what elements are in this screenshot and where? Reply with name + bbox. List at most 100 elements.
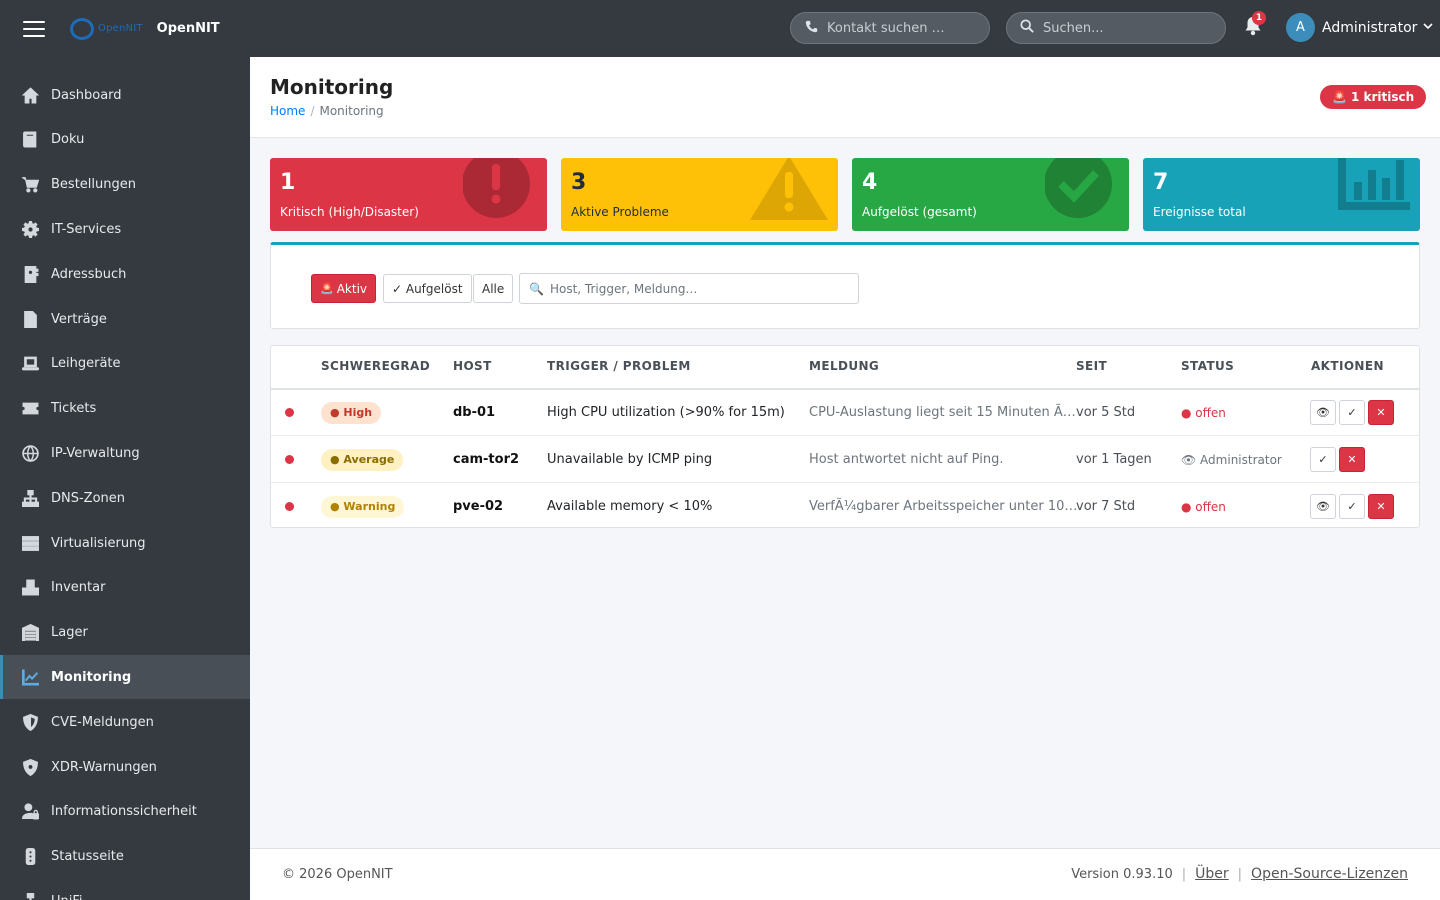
- status-dot: [285, 455, 294, 464]
- table-row[interactable]: ● Average cam-tor2 Unavailable by ICMP p…: [271, 436, 1419, 483]
- filter-active-label: Aktiv: [336, 281, 368, 296]
- stat-critical-value: 1: [280, 170, 296, 195]
- stat-box-critical[interactable]: 1 Kritisch (High/Disaster): [270, 158, 547, 231]
- view-button[interactable]: 👁: [1310, 494, 1336, 519]
- sidebar-item-cve-meldungen[interactable]: CVE-Meldungen: [0, 700, 250, 744]
- column-header-host[interactable]: HOST: [453, 359, 492, 373]
- sidebar-item-label: Leihgeräte: [51, 356, 121, 372]
- status-dot: [285, 408, 294, 417]
- sidebar-item-label: Doku: [51, 132, 85, 148]
- sidebar-item-adressbuch[interactable]: Adressbuch: [0, 252, 250, 296]
- contact-search-input[interactable]: Kontakt suchen …: [790, 12, 990, 44]
- exclamation-circle-icon: [462, 158, 537, 224]
- sidebar-item-dns-zonen[interactable]: DNS-Zonen: [0, 476, 250, 520]
- sidebar-item-monitoring[interactable]: Monitoring: [0, 655, 250, 700]
- stat-active-label: Aktive Probleme: [571, 205, 669, 219]
- chevron-down-icon: [1423, 22, 1434, 33]
- sidebar-item-bestellungen[interactable]: Bestellungen: [0, 163, 250, 207]
- footer-about-link[interactable]: Über: [1195, 866, 1229, 882]
- acknowledge-button[interactable]: ✓: [1310, 447, 1336, 472]
- ticket-icon: [20, 400, 40, 417]
- sidebar-item-leihgeräte[interactable]: Leihgeräte: [0, 342, 250, 386]
- critical-count-label: 1 kritisch: [1350, 90, 1415, 104]
- phone-icon: [803, 20, 819, 37]
- close-button[interactable]: ✕: [1339, 447, 1365, 472]
- shield-virus-icon: [20, 758, 40, 776]
- status-dot: [285, 502, 294, 511]
- sidebar-item-verträge[interactable]: Verträge: [0, 297, 250, 341]
- severity-badge: ● Average: [321, 448, 404, 471]
- sidebar-item-label: Dashboard: [51, 87, 122, 103]
- breadcrumb-home-link[interactable]: Home: [270, 104, 305, 118]
- siren-icon: 🚨: [320, 282, 334, 295]
- sidebar-item-label: IT-Services: [51, 221, 122, 237]
- view-button[interactable]: 👁: [1310, 400, 1336, 425]
- laptop-icon: [20, 355, 40, 372]
- close-button[interactable]: ✕: [1368, 400, 1394, 425]
- sidebar-item-it-services[interactable]: IT-Services: [0, 207, 250, 251]
- sidebar-item-inventar[interactable]: Inventar: [0, 566, 250, 610]
- global-search-input[interactable]: Suchen...: [1006, 12, 1226, 44]
- host-cell: pve-02: [453, 499, 504, 514]
- gear-icon: [20, 220, 40, 238]
- sidebar-item-virtualisierung[interactable]: Virtualisierung: [0, 521, 250, 565]
- close-button[interactable]: ✕: [1368, 494, 1394, 519]
- since-cell: vor 5 Std: [1076, 405, 1136, 420]
- footer-licenses-link[interactable]: Open-Source-Lizenzen: [1251, 866, 1408, 882]
- events-table: SCHWEREGRAD HOST TRIGGER / PROBLEM MELDU…: [270, 345, 1420, 528]
- column-header-trigger[interactable]: TRIGGER / PROBLEM: [547, 359, 691, 373]
- filter-search-placeholder: Host, Trigger, Meldung…: [549, 281, 698, 296]
- content-header: Monitoring Home / Monitoring 🚨 1 kritisch: [250, 57, 1440, 138]
- home-icon: [20, 86, 40, 104]
- brand[interactable]: OpenNIT OpenNIT: [70, 17, 220, 40]
- stat-box-resolved[interactable]: 4 Aufgelöst (gesamt): [852, 158, 1129, 231]
- sidebar-item-label: UniFi: [51, 894, 83, 900]
- check-icon: ✓: [1347, 500, 1357, 513]
- acknowledge-button[interactable]: ✓: [1339, 400, 1365, 425]
- sidebar-item-ip-verwaltung[interactable]: IP-Verwaltung: [0, 431, 250, 475]
- acknowledge-button[interactable]: ✓: [1339, 494, 1365, 519]
- globe-icon: [20, 445, 40, 462]
- sidebar-item-tickets[interactable]: Tickets: [0, 387, 250, 431]
- user-menu[interactable]: A Administrator: [1286, 13, 1434, 42]
- filter-resolved-button[interactable]: ✓ Aufgelöst: [383, 274, 472, 303]
- warning-triangle-icon: [748, 158, 830, 224]
- column-header-status[interactable]: STATUS: [1181, 359, 1234, 373]
- filter-search-input[interactable]: 🔍 Host, Trigger, Meldung…: [519, 273, 859, 304]
- column-header-message[interactable]: MELDUNG: [809, 359, 879, 373]
- contract-icon: [20, 310, 40, 328]
- since-cell: vor 7 Std: [1076, 499, 1136, 514]
- sidebar-item-xdr-warnungen[interactable]: XDR-Warnungen: [0, 745, 250, 789]
- sidebar-item-statusseite[interactable]: Statusseite: [0, 835, 250, 879]
- stat-total-value: 7: [1153, 170, 1169, 195]
- critical-count-badge[interactable]: 🚨 1 kritisch: [1320, 85, 1427, 109]
- filter-active-button[interactable]: 🚨 Aktiv: [311, 274, 377, 303]
- table-row[interactable]: ● Warning pve-02 Available memory < 10% …: [271, 483, 1419, 530]
- footer-copyright: © 2026 OpenNIT: [282, 867, 393, 882]
- sidebar-item-unifi[interactable]: UniFi: [0, 879, 250, 900]
- server-icon: [20, 535, 40, 552]
- stat-box-events-total[interactable]: 7 Ereignisse total: [1143, 158, 1420, 231]
- since-cell: vor 1 Tagen: [1076, 452, 1152, 467]
- column-header-severity[interactable]: SCHWEREGRAD: [321, 359, 430, 373]
- filter-all-button[interactable]: Alle: [473, 274, 514, 303]
- contact-search-placeholder: Kontakt suchen …: [827, 20, 945, 36]
- breadcrumb-current: Monitoring: [319, 104, 384, 118]
- hamburger-menu-icon[interactable]: [23, 20, 45, 37]
- sidebar-item-informationssicherheit[interactable]: Informationssicherheit: [0, 790, 250, 834]
- brand-logo-text: OpenNIT: [98, 23, 143, 34]
- sidebar-item-doku[interactable]: Doku: [0, 118, 250, 162]
- chart-line-icon: [20, 669, 40, 686]
- table-row[interactable]: ● High db-01 High CPU utilization (>90% …: [271, 389, 1419, 436]
- stat-resolved-value: 4: [862, 170, 878, 195]
- sidebar-item-label: Statusseite: [51, 849, 124, 865]
- sidebar-item-dashboard[interactable]: Dashboard: [0, 73, 250, 117]
- filter-card: 🚨 Aktiv ✓ Aufgelöst Alle 🔍 Host, Trigger,…: [270, 242, 1420, 329]
- severity-badge: ● Warning: [321, 495, 405, 518]
- stat-box-active-problems[interactable]: 3 Aktive Probleme: [561, 158, 838, 231]
- column-header-since[interactable]: SEIT: [1076, 359, 1107, 373]
- sidebar-item-label: Tickets: [51, 401, 97, 417]
- sidebar-item-lager[interactable]: Lager: [0, 611, 250, 655]
- sidebar-item-label: DNS-Zonen: [51, 490, 126, 506]
- close-icon: ✕: [1376, 500, 1386, 513]
